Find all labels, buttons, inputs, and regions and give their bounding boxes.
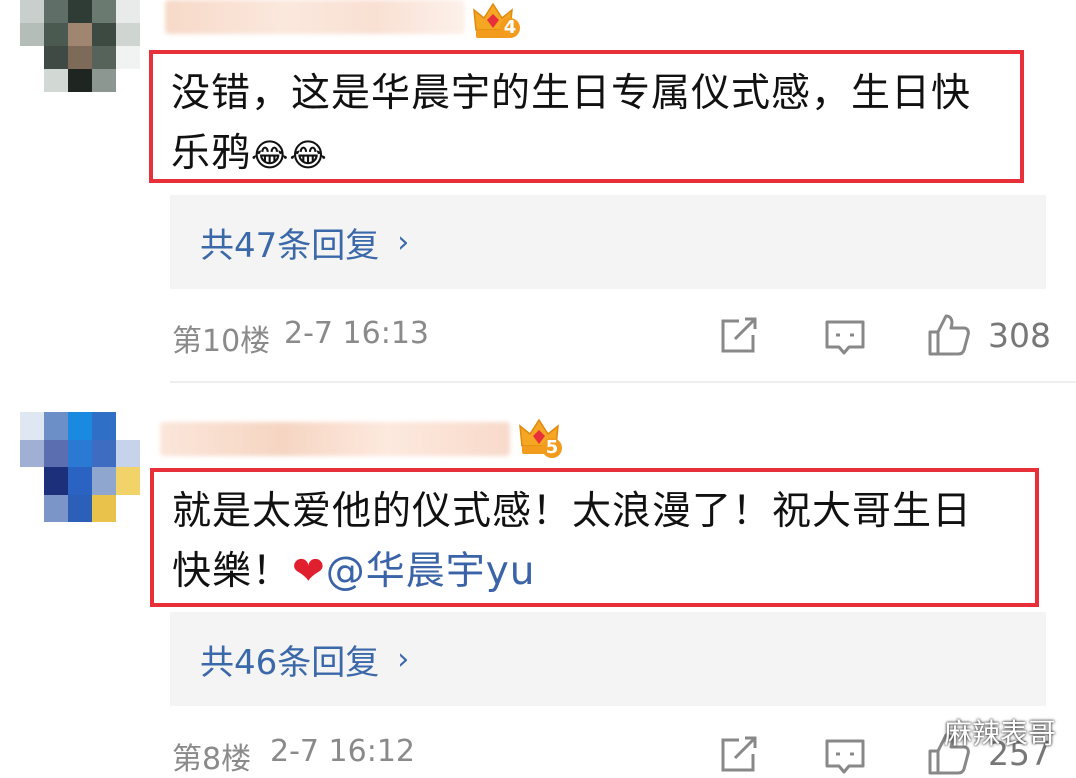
- reply-count-label: 共46条回复: [200, 642, 380, 683]
- username-blurred[interactable]: [165, 0, 465, 34]
- avatar[interactable]: [20, 0, 140, 92]
- share-icon[interactable]: [719, 736, 759, 774]
- comment-icon[interactable]: [824, 319, 866, 357]
- level-badge: 4: [500, 18, 520, 38]
- comment-text-line: 没错，这是华晨宇的生日专属仪式感，生日快: [171, 71, 972, 116]
- level-badge: 5: [542, 438, 562, 458]
- view-replies-button[interactable]: 共46条回复 ›: [170, 612, 1046, 706]
- comment-text-line: 快樂！❤@华晨宇yu: [172, 549, 536, 594]
- share-icon[interactable]: [719, 317, 759, 355]
- laugh-cry-emoji-icon: 😂😂: [251, 136, 328, 174]
- like-count: 308: [988, 316, 1051, 355]
- wechat-icon: [896, 717, 936, 746]
- comment-text-line: 就是太爱他的仪式感！太浪漫了！祝大哥生日: [172, 489, 973, 534]
- mention-link[interactable]: @华晨宇yu: [326, 549, 536, 594]
- chevron-right-icon: ›: [397, 224, 410, 260]
- comment-text-line: 乐鸦😂😂: [171, 131, 328, 176]
- watermark-text: 麻辣表哥: [944, 717, 1057, 750]
- timestamp: 2-7 16:12: [270, 734, 415, 769]
- thumbs-up-icon[interactable]: [926, 312, 972, 358]
- comment-text-highlighted: 就是太爱他的仪式感！太浪漫了！祝大哥生日 快樂！❤@华晨宇yu: [150, 468, 1039, 607]
- watermark: 麻辣表哥: [896, 712, 1056, 752]
- heart-icon: ❤: [292, 549, 326, 594]
- divider: [170, 381, 1076, 383]
- avatar[interactable]: [20, 412, 140, 522]
- comment-icon[interactable]: [824, 738, 866, 776]
- view-replies-button[interactable]: 共47条回复 ›: [170, 195, 1046, 289]
- floor-label: 第8楼: [172, 742, 252, 777]
- timestamp: 2-7 16:13: [284, 316, 429, 351]
- floor-label: 第10楼: [172, 324, 271, 359]
- comment-text-highlighted: 没错，这是华晨宇的生日专属仪式感，生日快 乐鸦😂😂: [149, 50, 1024, 183]
- reply-count-label: 共47条回复: [200, 225, 380, 266]
- chevron-right-icon: ›: [397, 641, 410, 677]
- username-blurred[interactable]: [160, 422, 510, 456]
